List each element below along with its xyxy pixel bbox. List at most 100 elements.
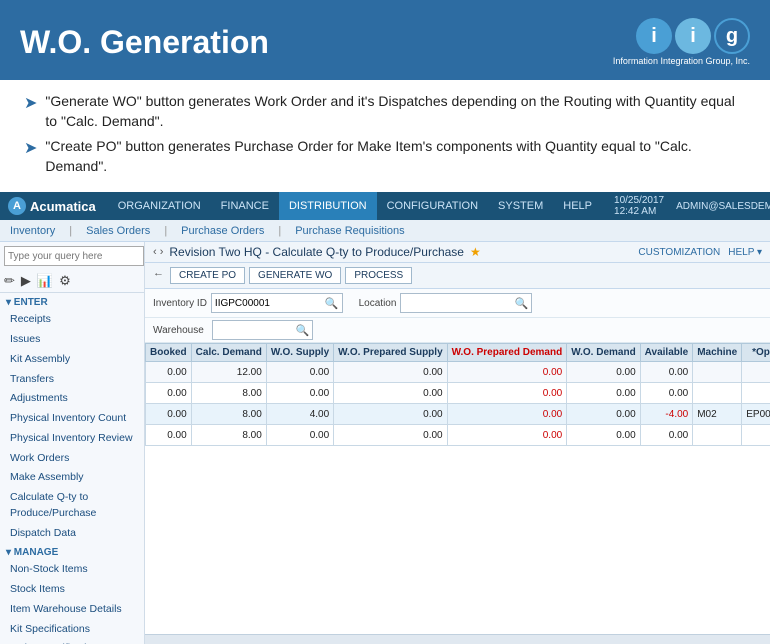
cell-operator: EP00000004 [742, 404, 770, 425]
main-nav: ORGANIZATION FINANCE DISTRIBUTION CONFIG… [108, 192, 602, 220]
warehouse-search-icon[interactable]: 🔍 [293, 324, 313, 337]
location-field: Location 🔍 [359, 293, 533, 313]
nav-system[interactable]: SYSTEM [488, 192, 553, 220]
pencil-icon[interactable]: ✏ [4, 273, 15, 289]
sidebar-search-area: Search [0, 242, 144, 270]
col-wo-prepared-supply: W.O. Prepared Supply [334, 344, 447, 362]
sidebar-item-physical-count[interactable]: Physical Inventory Count [0, 409, 144, 429]
sidebar-item-work-orders[interactable]: Work Orders [0, 449, 144, 469]
cell-calc-demand: 12.00 [191, 362, 266, 383]
second-nav-purchasereq[interactable]: Purchase Requisitions [291, 225, 408, 237]
table-row: 0.00 12.00 0.00 0.00 0.00 0.00 0.00 0.00… [146, 362, 770, 383]
screen-title: Revision Two HQ - Calculate Q-ty to Prod… [169, 245, 464, 259]
logo-tagline: Information Integration Group, Inc. [613, 56, 750, 66]
sidebar-item-kit-assembly[interactable]: Kit Assembly [0, 350, 144, 370]
inventory-id-input-wrap: 🔍 [211, 293, 343, 313]
sidebar-item-make-spec[interactable]: Make Specifications [0, 639, 144, 644]
cell-operator [742, 425, 770, 446]
logo-g-icon: g [714, 18, 750, 54]
sidebar-section-enter: ▾ ENTER [0, 293, 144, 310]
cell-wo-demand: 0.00 [567, 404, 640, 425]
user-display: ADMIN@SALESDEMO [676, 201, 770, 212]
scrollbar[interactable] [145, 634, 770, 644]
cell-calc-demand: 8.00 [191, 383, 266, 404]
table-row: 0.00 8.00 4.00 0.00 0.00 0.00 -4.00 M02 … [146, 404, 770, 425]
bullet-item-2: ➤ "Create PO" button generates Purchase … [24, 137, 746, 176]
location-label: Location [359, 298, 397, 309]
col-machine: Machine [693, 344, 742, 362]
sidebar-item-receipts[interactable]: Receipts [0, 310, 144, 330]
acumatica-right: 10/25/2017 12:42 AM ADMIN@SALESDEMO [614, 195, 770, 217]
data-table: Booked Calc. Demand W.O. Supply W.O. Pre… [145, 343, 770, 446]
data-table-wrap: Booked Calc. Demand W.O. Supply W.O. Pre… [145, 343, 770, 634]
sidebar-item-kit-spec[interactable]: Kit Specifications [0, 620, 144, 640]
second-nav-inventory[interactable]: Inventory [6, 225, 59, 237]
gear-icon[interactable]: ⚙ [59, 273, 71, 289]
cell-booked: 0.00 [146, 383, 192, 404]
warehouse-row: Warehouse 🔍 [145, 318, 770, 343]
inventory-id-input[interactable] [212, 294, 322, 312]
inventory-id-search-icon[interactable]: 🔍 [322, 297, 342, 310]
inventory-id-label: Inventory ID [153, 298, 207, 309]
col-wo-prepared-demand: W.O. Prepared Demand [447, 344, 567, 362]
generate-wo-button[interactable]: GENERATE WO [249, 267, 341, 284]
cell-wo-supply: 0.00 [266, 383, 333, 404]
cell-wo-supply: 4.00 [266, 404, 333, 425]
sidebar-item-non-stock[interactable]: Non-Stock Items [0, 560, 144, 580]
cell-wo-prep-supply: 0.00 [334, 362, 447, 383]
nav-organization[interactable]: ORGANIZATION [108, 192, 211, 220]
table-row: 0.00 8.00 0.00 0.00 0.00 0.00 0.00 0.00 … [146, 383, 770, 404]
second-nav-salesorders[interactable]: Sales Orders [82, 225, 154, 237]
sidebar-item-transfers[interactable]: Transfers [0, 370, 144, 390]
customization-link[interactable]: CUSTOMIZATION [638, 247, 720, 258]
table-header-row: Booked Calc. Demand W.O. Supply W.O. Pre… [146, 344, 770, 362]
location-search-icon[interactable]: 🔍 [511, 297, 531, 310]
play-icon[interactable]: ▶ [21, 273, 31, 289]
back-arrow-icon[interactable]: ← [153, 267, 164, 284]
sidebar-item-adjustments[interactable]: Adjustments [0, 389, 144, 409]
sidebar: Search ✏ ▶ 📊 ⚙ ▾ ENTER Receipts Issues K… [0, 242, 145, 644]
cell-calc-demand: 8.00 [191, 404, 266, 425]
search-input[interactable] [4, 246, 144, 266]
location-input-wrap: 🔍 [400, 293, 532, 313]
cell-wo-demand: 0.00 [567, 425, 640, 446]
cell-booked: 0.00 [146, 404, 192, 425]
second-nav-purchaseorders[interactable]: Purchase Orders [177, 225, 268, 237]
help-link[interactable]: HELP ▾ [728, 247, 762, 258]
cell-machine [693, 383, 742, 404]
favorite-star[interactable]: ★ [470, 245, 481, 259]
nav-configuration[interactable]: CONFIGURATION [377, 192, 488, 220]
sidebar-icon-row: ✏ ▶ 📊 ⚙ [0, 270, 144, 293]
cell-wo-prep-supply: 0.00 [334, 404, 447, 425]
nav-distribution[interactable]: DISTRIBUTION [279, 192, 377, 220]
nav-finance[interactable]: FINANCE [211, 192, 279, 220]
col-booked: Booked [146, 344, 192, 362]
col-wo-demand: W.O. Demand [567, 344, 640, 362]
sidebar-item-calc-qty[interactable]: Calculate Q-ty to Produce/Purchase [0, 488, 144, 524]
create-po-button[interactable]: CREATE PO [170, 267, 245, 284]
location-input[interactable] [401, 294, 511, 312]
nav-arrows[interactable]: ‹ › [153, 246, 163, 258]
cell-machine [693, 362, 742, 383]
cell-booked: 0.00 [146, 362, 192, 383]
table-row: 0.00 8.00 0.00 0.00 0.00 0.00 0.00 0.00 … [146, 425, 770, 446]
cell-wo-demand: 0.00 [567, 383, 640, 404]
chart-icon[interactable]: 📊 [37, 273, 53, 289]
sidebar-item-make-assembly[interactable]: Make Assembly [0, 468, 144, 488]
cell-operator [742, 383, 770, 404]
nav-help[interactable]: HELP [553, 192, 602, 220]
sidebar-item-item-warehouse[interactable]: Item Warehouse Details [0, 600, 144, 620]
bullets-section: ➤ "Generate WO" button generates Work Or… [0, 80, 770, 192]
cell-wo-prep-supply: 0.00 [334, 383, 447, 404]
logo-i-icon: i [636, 18, 672, 54]
sidebar-item-issues[interactable]: Issues [0, 330, 144, 350]
process-button[interactable]: PROCESS [345, 267, 412, 284]
sidebar-item-physical-review[interactable]: Physical Inventory Review [0, 429, 144, 449]
content-title-row: ‹ › Revision Two HQ - Calculate Q-ty to … [153, 245, 481, 259]
warehouse-input[interactable] [213, 321, 293, 339]
page-title: W.O. Generation [20, 24, 269, 61]
acumatica-logo-icon: A [8, 197, 26, 215]
sidebar-item-dispatch-data[interactable]: Dispatch Data [0, 524, 144, 544]
cell-available: -4.00 [640, 404, 693, 425]
cell-machine [693, 425, 742, 446]
